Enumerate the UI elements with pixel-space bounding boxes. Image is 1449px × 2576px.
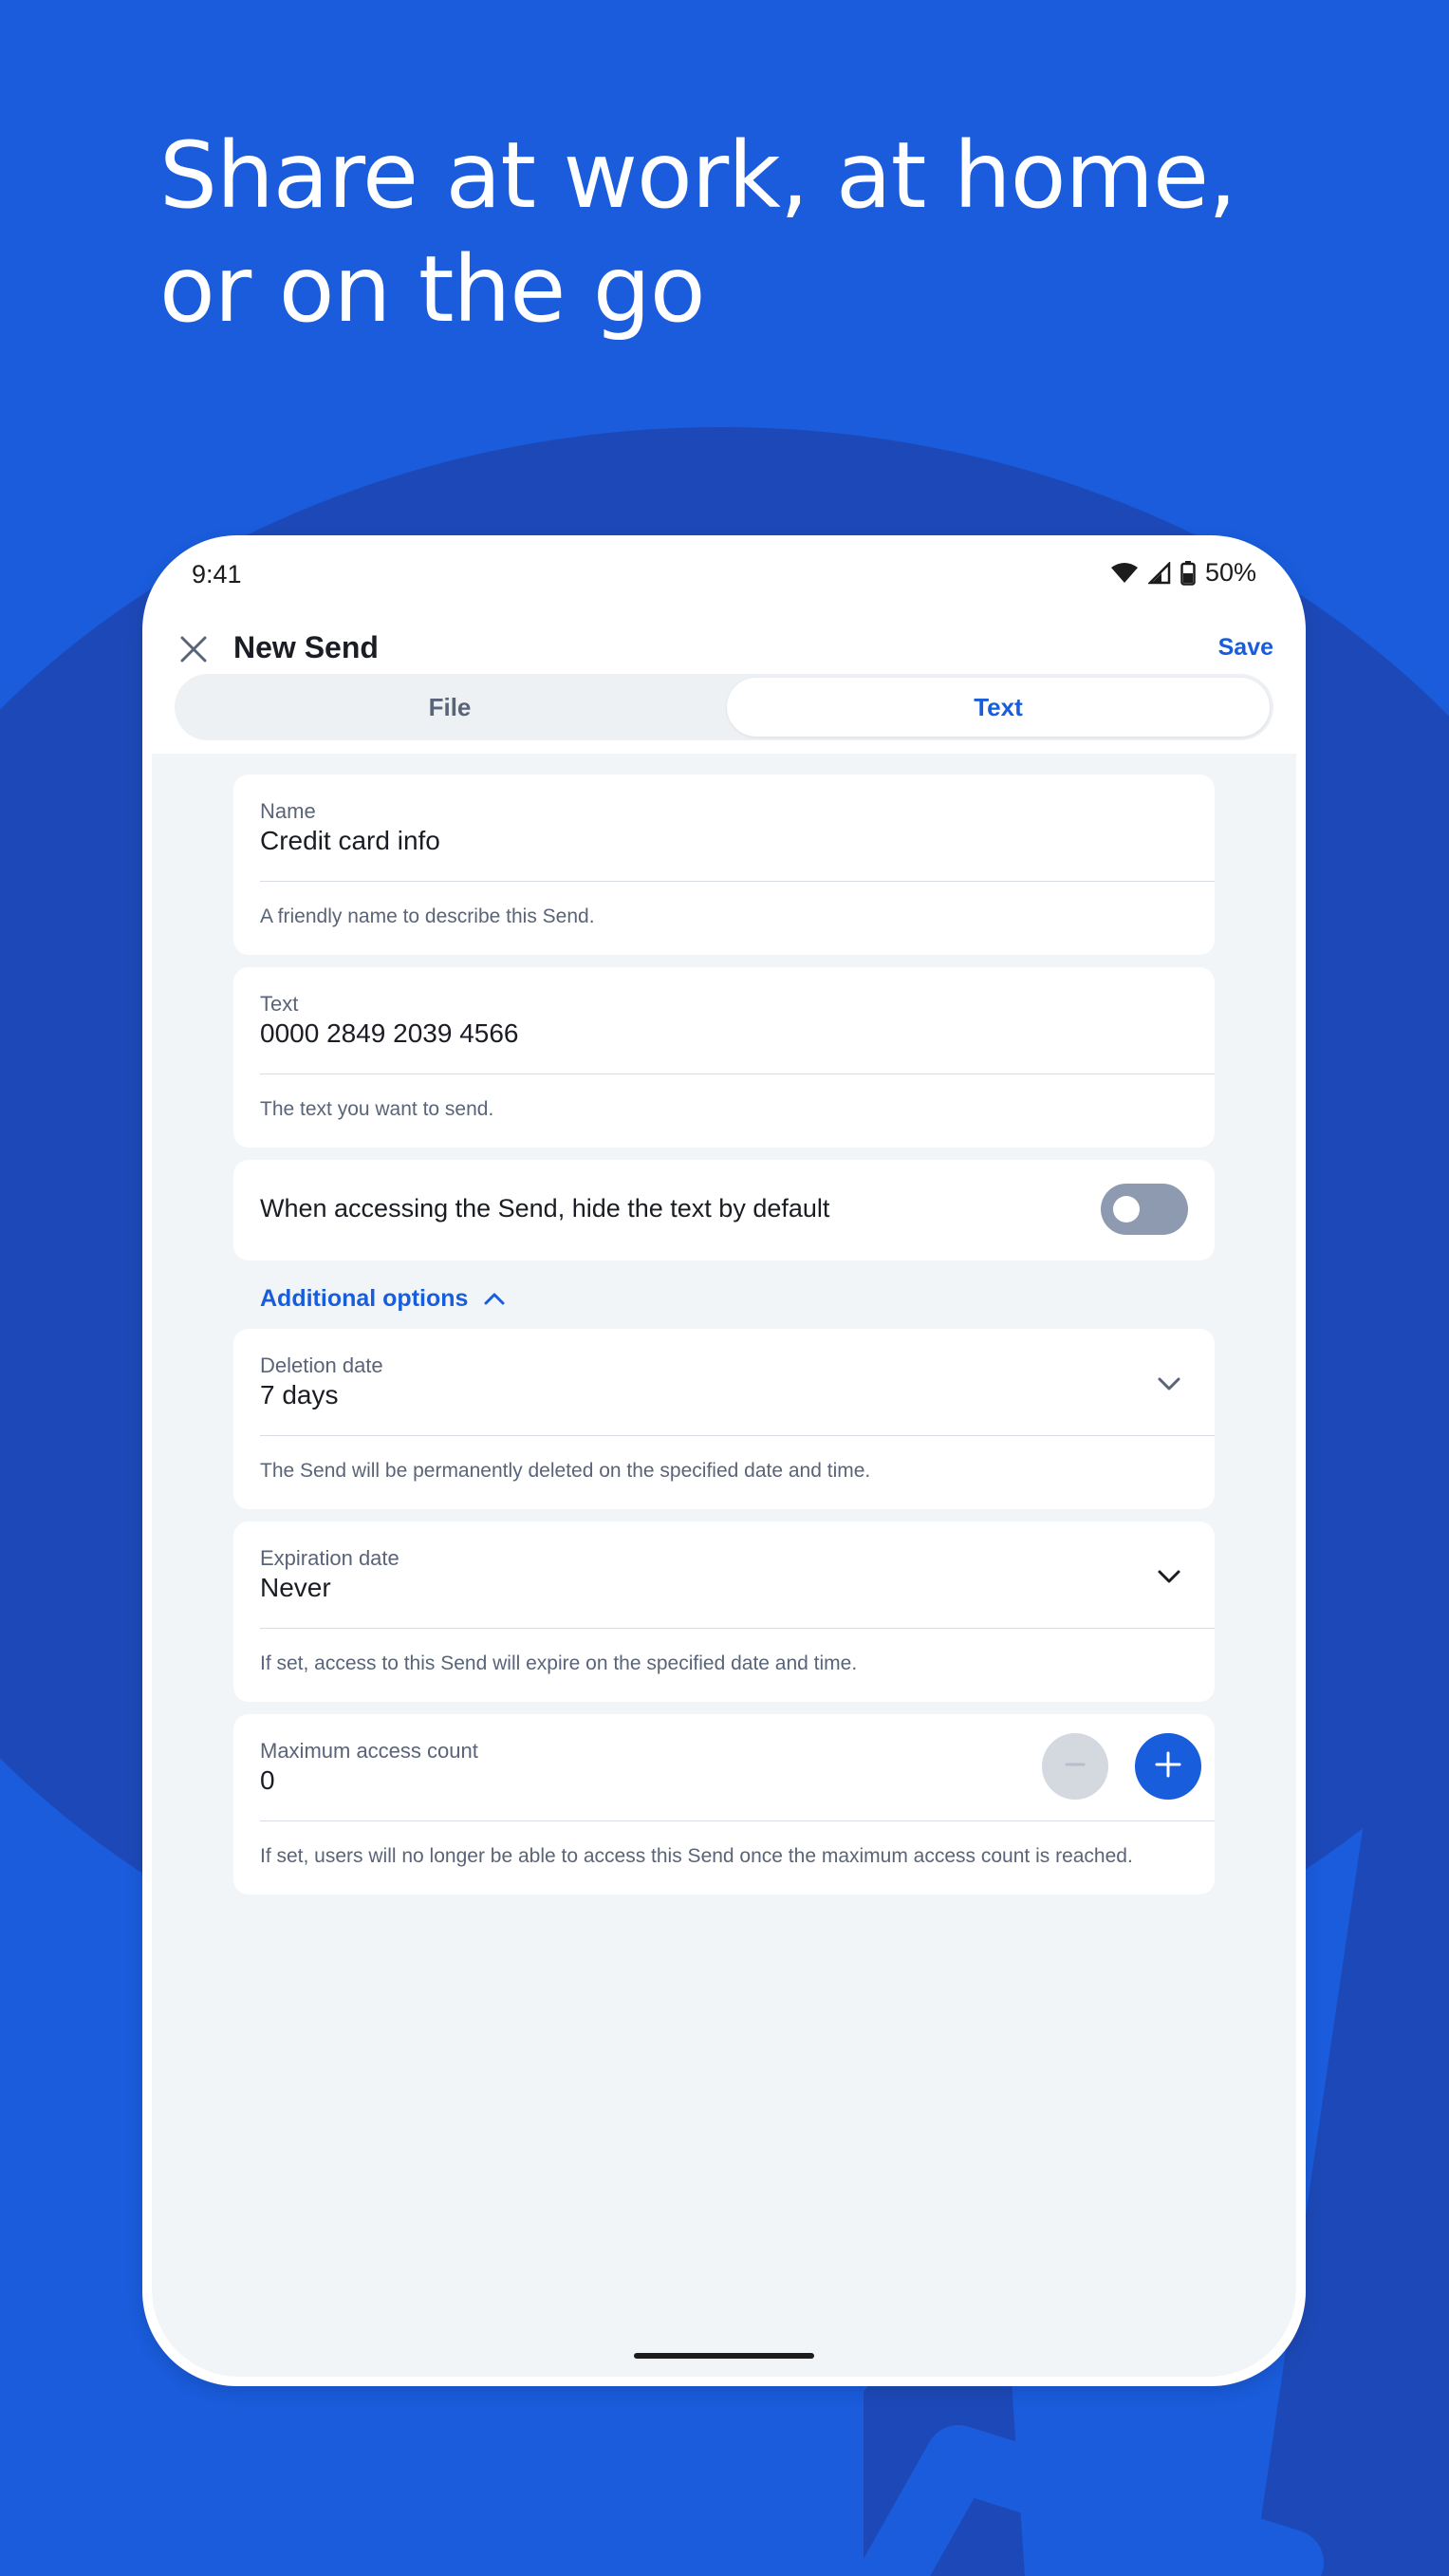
expiration-date-label: Expiration date <box>260 1546 399 1570</box>
text-field-card: Text 0000 2849 2039 4566 The text you wa… <box>233 967 1215 1148</box>
chevron-down-icon[interactable] <box>1156 1374 1182 1393</box>
close-icon[interactable] <box>173 628 214 670</box>
status-bar: 9:41 50% <box>192 554 1256 592</box>
additional-options-button[interactable]: Additional options <box>260 1285 506 1313</box>
expiration-date-card[interactable]: Expiration date Never If set, access to … <box>233 1521 1215 1702</box>
name-field-label: Name <box>260 799 316 823</box>
deletion-date-help: The Send will be permanently deleted on … <box>260 1460 871 1482</box>
battery-icon <box>1180 560 1196 586</box>
wifi-icon <box>1110 562 1139 585</box>
name-field-card: Name Credit card info A friendly name to… <box>233 775 1215 955</box>
max-access-help: If set, users will no longer be able to … <box>260 1845 1133 1867</box>
signal-icon <box>1147 561 1171 585</box>
page-title: New Send <box>233 630 379 664</box>
minus-icon <box>1063 1752 1087 1782</box>
divider <box>260 1435 1215 1436</box>
divider <box>260 881 1215 882</box>
send-type-tabs: File Text <box>175 674 1273 740</box>
expiration-date-value: Never <box>260 1573 331 1602</box>
decrement-button[interactable] <box>1042 1733 1108 1800</box>
name-field-help: A friendly name to describe this Send. <box>260 905 595 927</box>
save-button[interactable]: Save <box>1218 634 1273 662</box>
text-field-help: The text you want to send. <box>260 1098 494 1120</box>
status-time: 9:41 <box>192 560 242 588</box>
deletion-date-card[interactable]: Deletion date 7 days The Send will be pe… <box>233 1329 1215 1509</box>
text-field-label: Text <box>260 992 299 1016</box>
tab-file[interactable]: File <box>178 678 721 737</box>
battery-percent: 50% <box>1204 558 1256 587</box>
divider <box>260 1820 1215 1821</box>
headline-line-1: Share at work, at home, <box>159 122 1237 229</box>
increment-button[interactable] <box>1135 1733 1201 1800</box>
headline: Share at work, at home, or on the go <box>159 119 1346 346</box>
headline-line-2: or on the go <box>159 236 706 343</box>
plus-icon <box>1154 1750 1182 1783</box>
max-access-field[interactable]: 0 <box>260 1765 275 1796</box>
max-access-card: Maximum access count 0 If set, users wil… <box>233 1714 1215 1895</box>
max-access-label: Maximum access count <box>260 1739 478 1763</box>
hide-text-toggle[interactable] <box>1101 1184 1188 1235</box>
chevron-up-icon <box>483 1285 506 1313</box>
device-frame: 9:41 50% New Send Save File Text Name Cr… <box>142 535 1306 2386</box>
divider <box>260 1073 1215 1074</box>
chevron-down-icon[interactable] <box>1156 1567 1182 1586</box>
expiration-date-help: If set, access to this Send will expire … <box>260 1652 858 1674</box>
hide-text-label: When accessing the Send, hide the text b… <box>260 1194 830 1223</box>
divider <box>260 1628 1215 1629</box>
home-indicator <box>634 2353 814 2359</box>
text-field[interactable]: 0000 2849 2039 4566 <box>260 1018 519 1049</box>
additional-options-label: Additional options <box>260 1285 469 1312</box>
tab-text[interactable]: Text <box>727 678 1270 737</box>
deletion-date-label: Deletion date <box>260 1353 383 1377</box>
name-field[interactable]: Credit card info <box>260 826 440 856</box>
deletion-date-value: 7 days <box>260 1380 339 1409</box>
hide-text-card: When accessing the Send, hide the text b… <box>233 1160 1215 1260</box>
toggle-knob <box>1113 1196 1140 1223</box>
